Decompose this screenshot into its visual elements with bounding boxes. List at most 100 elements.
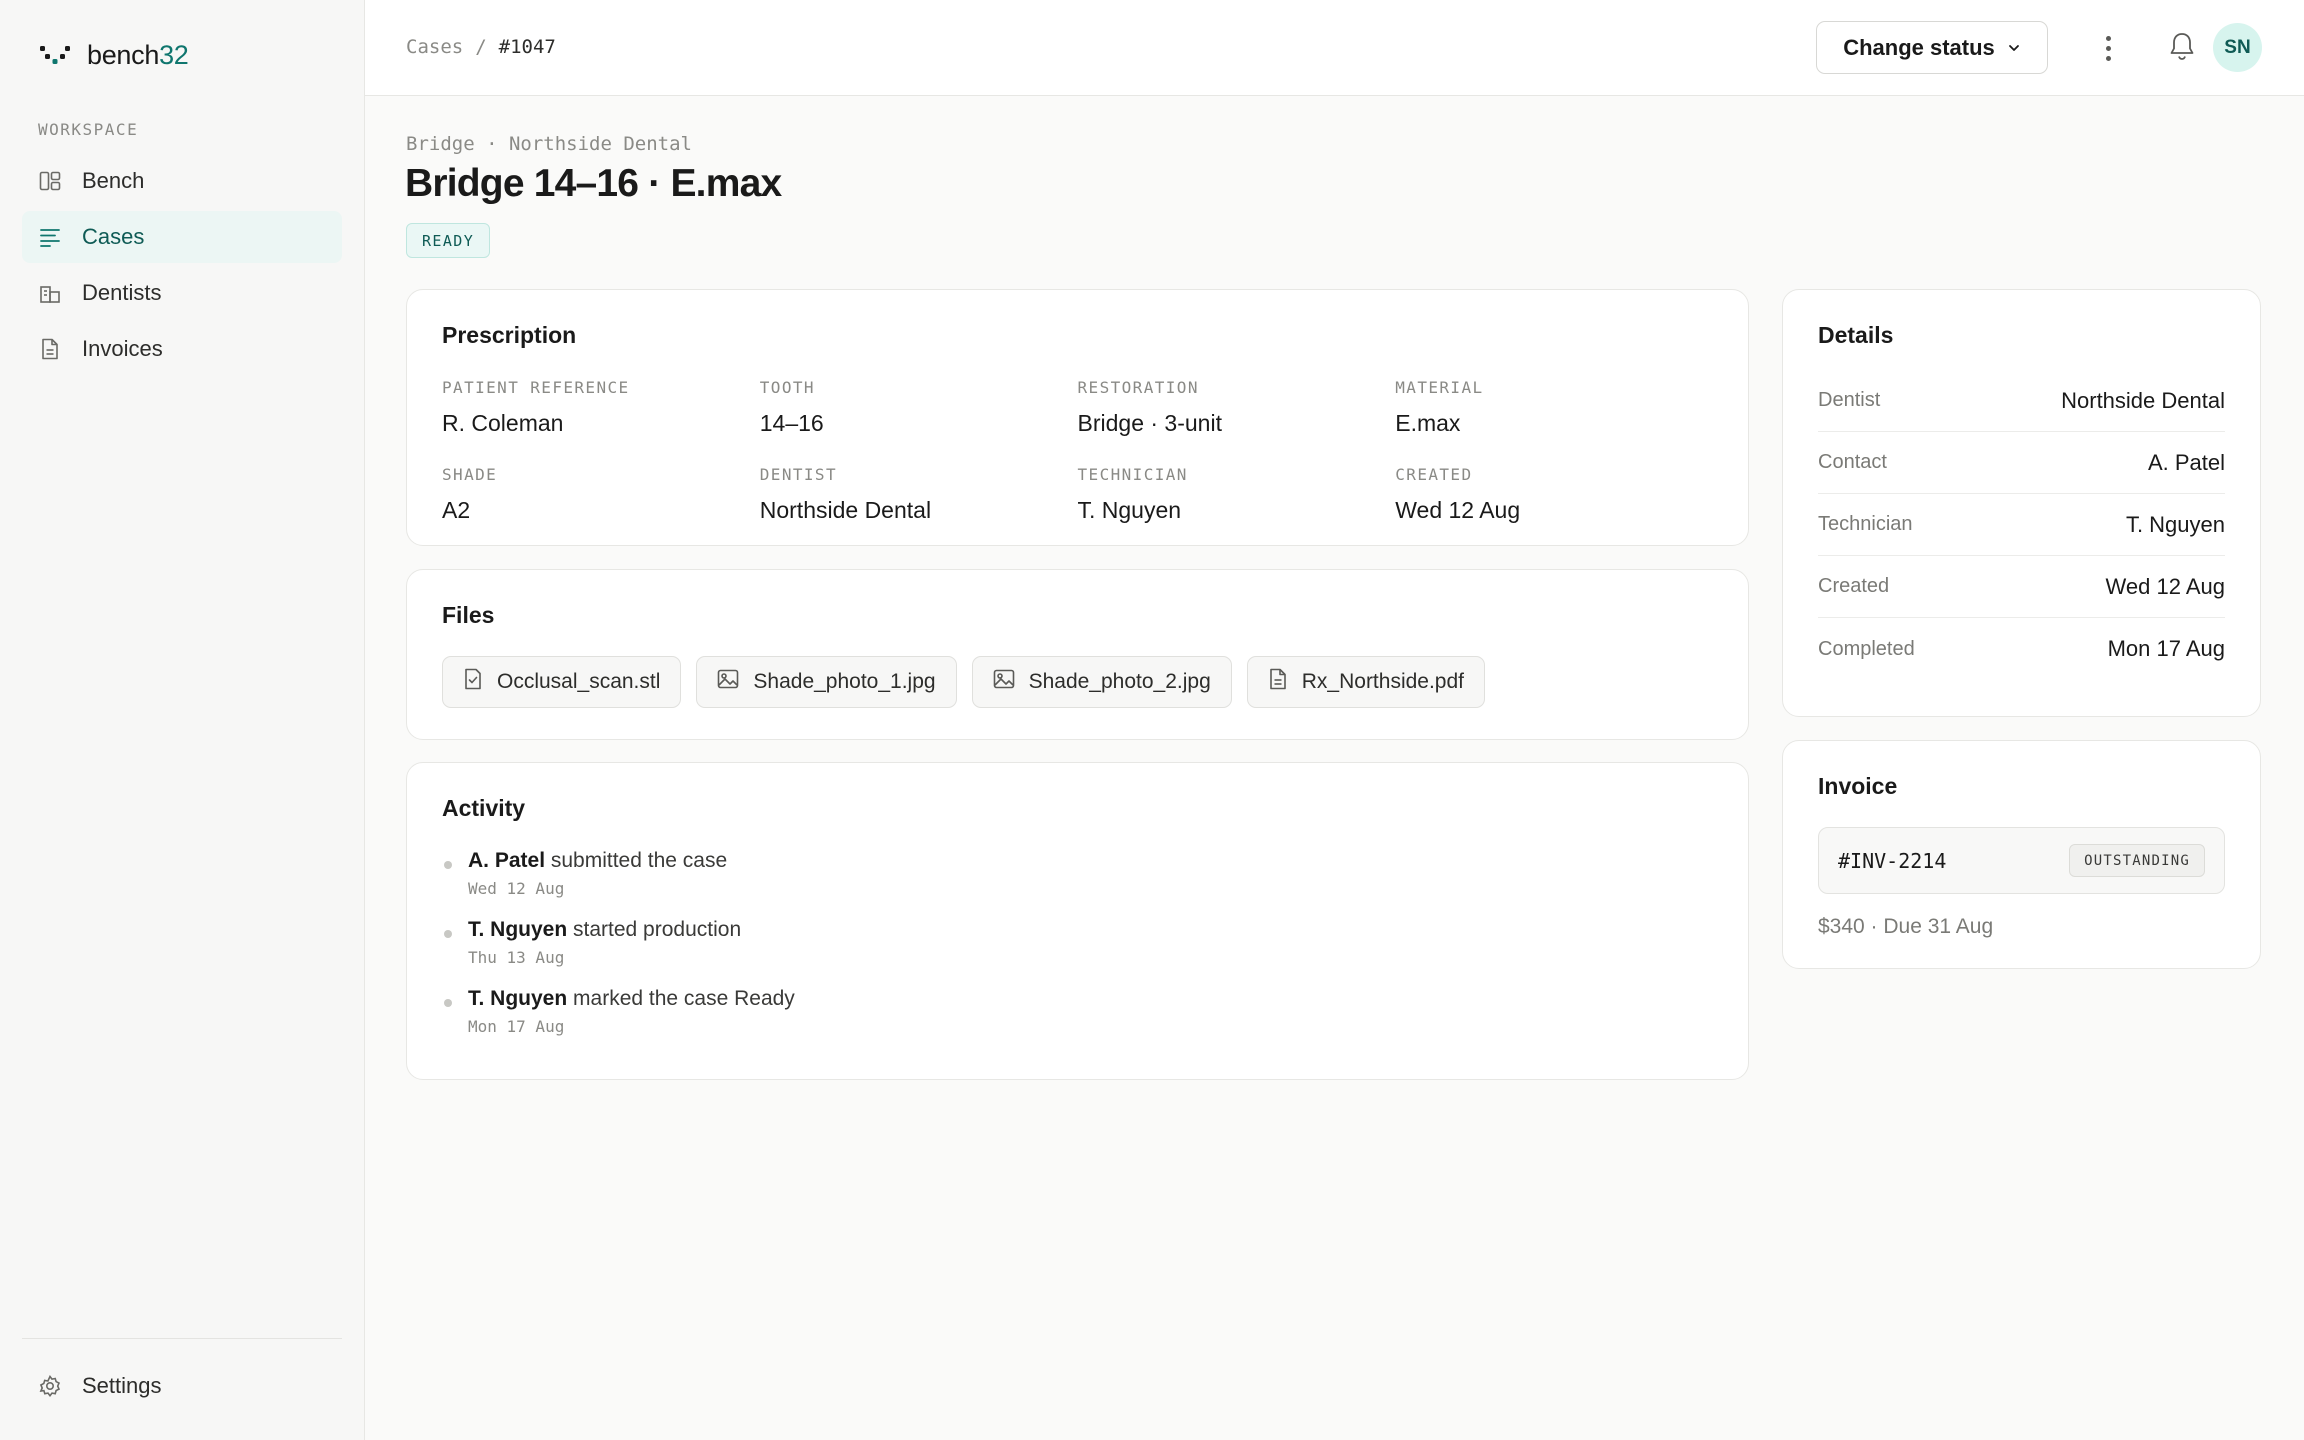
detail-row-created: Created Wed 12 Aug (1818, 556, 2225, 618)
activity-action: submitted the case (545, 849, 728, 872)
rx-field-value: T. Nguyen (1077, 497, 1182, 523)
workspace-section-label: WORKSPACE (38, 120, 139, 139)
details-list: Dentist Northside Dental Contact A. Pate… (1818, 370, 2225, 680)
activity-line: A. Patel submitted the case (468, 849, 795, 873)
detail-row-completed: Completed Mon 17 Aug (1818, 618, 2225, 680)
activity-actor: A. Patel (468, 849, 546, 872)
bell-icon[interactable] (2168, 30, 2196, 67)
rx-field-patient-reference: PATIENT REFERENCE R. Coleman (442, 378, 760, 437)
invoice-meta: $340 · Due 31 Aug (1818, 915, 1994, 938)
file-name: Rx_Northside.pdf (1301, 670, 1464, 693)
rx-field-dentist: DENTIST Northside Dental (760, 465, 1078, 524)
sidebar-item-invoices[interactable]: Invoices (22, 323, 342, 375)
detail-value: Wed 12 Aug (2105, 573, 2225, 599)
rx-field-label: SHADE (442, 465, 498, 484)
app-name: bench32 (87, 40, 189, 71)
activity-time: Thu 13 Aug (468, 948, 565, 967)
detail-value: A. Patel (2147, 449, 2225, 475)
more-options-icon[interactable] (2098, 30, 2118, 66)
scan-file-icon (463, 668, 483, 696)
sidebar-item-label: Bench (82, 168, 145, 193)
breadcrumb-separator: / (475, 36, 487, 58)
files-card: Files Occlusal_scan.stl Shade_photo_1.jp… (406, 569, 1749, 740)
detail-label: Technician (1818, 513, 1913, 535)
avatar[interactable]: SN (2213, 23, 2262, 72)
detail-label: Dentist (1818, 389, 1881, 411)
file-chip[interactable]: Rx_Northside.pdf (1246, 656, 1485, 708)
rx-field-restoration: RESTORATION Bridge · 3-unit (1078, 378, 1396, 437)
sidebar-item-bench[interactable]: Bench (22, 155, 342, 207)
app-name-prefix: bench (87, 40, 160, 70)
breadcrumb-cases-link[interactable]: Cases (406, 36, 463, 58)
detail-value: Northside Dental (2061, 387, 2225, 413)
rx-field-label: TECHNICIAN (1077, 465, 1188, 484)
detail-label: Completed (1818, 637, 1915, 660)
activity-actor: T. Nguyen (468, 987, 568, 1010)
document-icon (1268, 668, 1288, 696)
card-title: Files (442, 602, 495, 628)
rx-field-created: CREATED Wed 12 Aug (1395, 465, 1713, 524)
rx-field-value: 14–16 (759, 410, 824, 436)
activity-line: T. Nguyen marked the case Ready (468, 987, 795, 1011)
prescription-grid: PATIENT REFERENCE R. Coleman TOOTH 14–16… (442, 378, 1713, 524)
activity-line: T. Nguyen started production (468, 918, 795, 942)
invoice-row[interactable]: #INV-2214 OUTSTANDING (1818, 827, 2225, 894)
rx-field-value: Northside Dental (759, 497, 932, 523)
sidebar-item-label: Settings (82, 1373, 162, 1398)
app-name-suffix: 32 (159, 40, 189, 70)
breadcrumb-current: #1047 (498, 36, 556, 58)
sidebar-item-cases[interactable]: Cases (22, 211, 342, 263)
sidebar-item-settings[interactable]: Settings (22, 1360, 342, 1412)
rx-field-value: Bridge · 3-unit (1077, 410, 1222, 436)
sidebar-divider (22, 1338, 342, 1339)
card-title: Invoice (1818, 773, 1898, 799)
activity-action: marked the case Ready (567, 987, 795, 1010)
detail-row-technician: Technician T. Nguyen (1818, 494, 2225, 556)
status-badge: READY (406, 223, 491, 258)
activity-item: A. Patel submitted the case Wed 12 Aug (442, 849, 795, 898)
file-name: Shade_photo_1.jpg (753, 670, 936, 693)
rx-field-label: PATIENT REFERENCE (442, 378, 630, 397)
sidebar-item-label: Cases (82, 224, 145, 249)
sidebar-item-dentists[interactable]: Dentists (22, 267, 342, 319)
detail-label: Created (1818, 575, 1890, 597)
sidebar-item-label: Invoices (82, 336, 163, 361)
card-title: Details (1818, 322, 1894, 348)
file-chip[interactable]: Occlusal_scan.stl (442, 656, 682, 708)
activity-action: started production (567, 918, 742, 941)
activity-list: A. Patel submitted the case Wed 12 Aug T… (442, 849, 795, 1056)
timeline-dot (444, 861, 452, 869)
timeline-dot (444, 930, 452, 938)
file-chip[interactable]: Shade_photo_1.jpg (696, 656, 957, 708)
rx-field-technician: TECHNICIAN T. Nguyen (1078, 465, 1396, 524)
invoice-card: Invoice #INV-2214 OUTSTANDING $340 · Due… (1782, 740, 2261, 969)
file-list: Occlusal_scan.stl Shade_photo_1.jpg Shad… (442, 656, 1485, 708)
file-chip[interactable]: Shade_photo_2.jpg (971, 656, 1232, 708)
detail-row-dentist: Dentist Northside Dental (1818, 370, 2225, 432)
timeline-dot (444, 999, 452, 1007)
chevron-down-icon (2007, 35, 2021, 61)
rx-field-value: R. Coleman (442, 410, 564, 436)
logo-mark-icon (40, 45, 70, 64)
file-name: Occlusal_scan.stl (497, 670, 661, 693)
rx-field-label: MATERIAL (1395, 378, 1484, 397)
invoice-number: #INV-2214 (1838, 848, 1947, 873)
rx-field-value: Wed 12 Aug (1395, 497, 1521, 523)
sidebar-nav: Bench Cases Dentists Invoices (22, 155, 342, 379)
activity-item: T. Nguyen started production Thu 13 Aug (442, 918, 795, 967)
detail-label: Contact (1818, 451, 1887, 473)
case-eyebrow: Bridge · Northside Dental (406, 133, 692, 155)
prescription-card: Prescription PATIENT REFERENCE R. Colema… (406, 289, 1749, 546)
sidebar-item-label: Dentists (82, 280, 162, 305)
activity-item: T. Nguyen marked the case Ready Mon 17 A… (442, 987, 795, 1036)
app-logo[interactable]: bench32 (38, 40, 189, 71)
rx-field-label: DENTIST (759, 465, 837, 484)
rx-field-label: CREATED (1395, 465, 1473, 484)
rx-field-material: MATERIAL E.max (1395, 378, 1713, 437)
change-status-button[interactable]: Change status (1816, 21, 2048, 74)
image-icon (993, 669, 1015, 695)
rx-field-value: A2 (442, 497, 471, 523)
building-icon (38, 281, 62, 305)
top-bar: Cases / #1047 Change status SN (365, 0, 2304, 96)
card-title: Prescription (442, 322, 577, 348)
